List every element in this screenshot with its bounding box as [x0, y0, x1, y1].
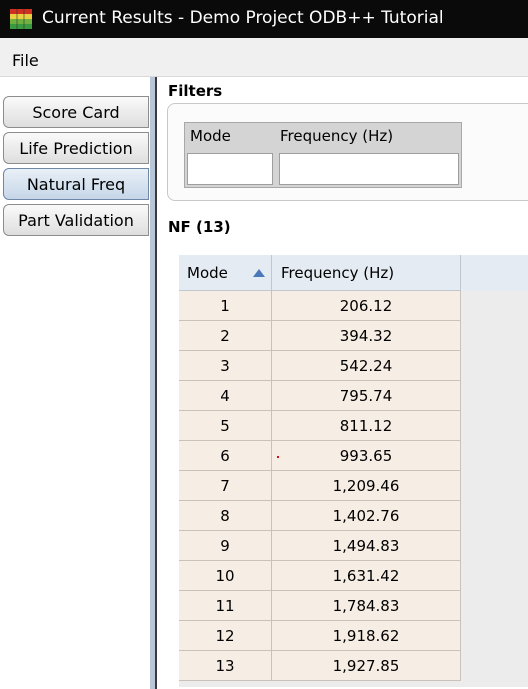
cell-mode[interactable]: 11 [179, 591, 272, 621]
cell-mode[interactable]: 12 [179, 621, 272, 651]
cell-mode[interactable]: 8 [179, 501, 272, 531]
column-header-frequency[interactable]: Frequency (Hz) [272, 255, 461, 291]
column-header-mode-label: Mode [187, 263, 228, 282]
sort-ascending-icon [253, 269, 265, 277]
cell-frequency[interactable]: 993.65 [272, 441, 461, 471]
table-row[interactable]: 13 1,927.85 [179, 651, 461, 681]
results-title: NF (13) [168, 218, 231, 236]
results-table: Mode Frequency (Hz) 1 206.12 2 394.32 3 542.2… [179, 255, 528, 687]
cell-mode[interactable]: 5 [179, 411, 272, 441]
cell-frequency[interactable]: 1,209.46 [272, 471, 461, 501]
tab-part-validation[interactable]: Part Validation [3, 204, 149, 236]
filters-title: Filters [168, 82, 223, 100]
table-row[interactable]: 9 1,494.83 [179, 531, 461, 561]
menu-bar: File [0, 38, 528, 77]
cell-mode[interactable]: 7 [179, 471, 272, 501]
cell-mode[interactable]: 13 [179, 651, 272, 681]
tab-natural-freq[interactable]: Natural Freq [3, 168, 149, 200]
filter-grid: Mode Frequency (Hz) [184, 122, 462, 188]
content-panel: Filters Mode Frequency (Hz) NF (13) Mode… [157, 77, 528, 689]
cell-mode[interactable]: 9 [179, 531, 272, 561]
cell-frequency[interactable]: 811.12 [272, 411, 461, 441]
menu-file[interactable]: File [12, 51, 39, 70]
filter-frequency-input[interactable] [279, 153, 459, 185]
cell-frequency[interactable]: 1,918.62 [272, 621, 461, 651]
table-row[interactable]: 10 1,631.42 [179, 561, 461, 591]
cell-mode[interactable]: 2 [179, 321, 272, 351]
cell-frequency[interactable]: 542.24 [272, 351, 461, 381]
table-header: Mode Frequency (Hz) [179, 255, 528, 291]
table-row[interactable]: 5 811.12 [179, 411, 461, 441]
column-header-mode[interactable]: Mode [179, 255, 272, 291]
table-row[interactable]: 1 206.12 [179, 291, 461, 321]
tab-life-prediction[interactable]: Life Prediction [3, 132, 149, 164]
tab-score-card[interactable]: Score Card [3, 96, 149, 128]
cell-frequency[interactable]: 795.74 [272, 381, 461, 411]
table-row[interactable]: 7 1,209.46 [179, 471, 461, 501]
cell-mode[interactable]: 6 [179, 441, 272, 471]
nav-panel: Score Card Life Prediction Natural Freq … [0, 77, 150, 689]
cell-mode[interactable]: 10 [179, 561, 272, 591]
window-title: Current Results - Demo Project ODB++ Tut… [42, 8, 444, 28]
table-row[interactable]: 8 1,402.76 [179, 501, 461, 531]
filter-frequency-label: Frequency (Hz) [280, 127, 394, 145]
title-bar: Current Results - Demo Project ODB++ Tut… [0, 0, 528, 38]
cursor-dot [277, 456, 279, 458]
table-row[interactable]: 11 1,784.83 [179, 591, 461, 621]
column-header-frequency-label: Frequency (Hz) [281, 263, 395, 282]
filter-mode-input[interactable] [187, 153, 273, 185]
filters-group: Mode Frequency (Hz) [167, 103, 528, 201]
table-row[interactable]: 3 542.24 [179, 351, 461, 381]
cell-frequency[interactable]: 1,494.83 [272, 531, 461, 561]
cell-frequency[interactable]: 206.12 [272, 291, 461, 321]
cell-frequency[interactable]: 1,927.85 [272, 651, 461, 681]
table-row[interactable]: 12 1,918.62 [179, 621, 461, 651]
table-row[interactable]: 6 993.65 [179, 441, 461, 471]
cell-frequency[interactable]: 1,631.42 [272, 561, 461, 591]
filter-mode-label: Mode [190, 127, 231, 145]
cell-frequency[interactable]: 394.32 [272, 321, 461, 351]
cell-frequency[interactable]: 1,784.83 [272, 591, 461, 621]
table-row[interactable]: 4 795.74 [179, 381, 461, 411]
table-row[interactable]: 2 394.32 [179, 321, 461, 351]
cell-frequency[interactable]: 1,402.76 [272, 501, 461, 531]
app-icon [10, 9, 32, 29]
cell-mode[interactable]: 1 [179, 291, 272, 321]
cell-mode[interactable]: 3 [179, 351, 272, 381]
cell-mode[interactable]: 4 [179, 381, 272, 411]
